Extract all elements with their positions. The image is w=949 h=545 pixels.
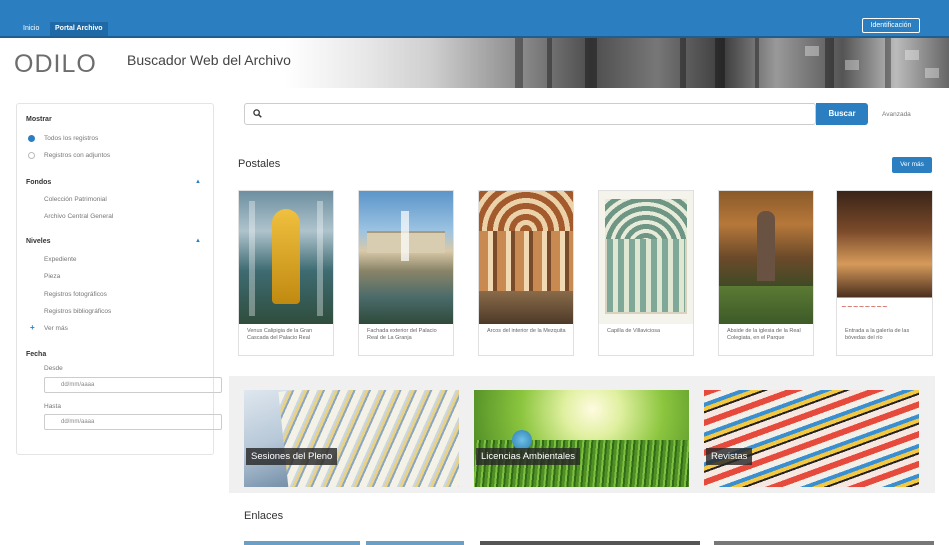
tile-revistas[interactable]: Revistas [704,390,919,487]
postcard-caption: Venus Calipigia de la Gran Cascada del P… [247,328,313,341]
postcard-caption: Fachada exterior del Palacio Real de La … [367,328,437,341]
postcard-image[interactable] [359,191,453,324]
nav-portal-archivo-link[interactable]: Portal Archivo [50,22,108,36]
postcard-image[interactable] [719,191,813,324]
tile-label: Licencias Ambientales [476,448,580,465]
search-button[interactable]: Buscar [816,103,868,125]
niveles-item[interactable]: Registros fotográficos [44,291,107,298]
fondos-heading: Fondos [26,179,52,186]
postcard[interactable]: Arcos del interior de la Mezquita [478,190,574,356]
postcard-caption: Arcos del interior de la Mezquita [487,328,566,334]
postcard-image[interactable]: ~~~~~~~~ [837,191,932,324]
radio-all-records[interactable] [28,135,35,142]
tile-licencias-ambientales[interactable]: Licencias Ambientales [474,390,689,487]
enlaces-heading: Enlaces [244,510,284,522]
postcard[interactable]: Capilla de Villaviciosa [598,190,694,356]
date-to-label: Hasta [44,403,61,410]
link-thumbnail[interactable] [366,541,464,545]
tile-sesiones-del-pleno[interactable]: Sesiones del Pleno [244,390,459,487]
filter-sidebar: Mostrar Todos los registros Registros co… [16,103,222,455]
postales-heading: Postales [238,158,281,170]
plus-icon[interactable]: + [30,323,35,332]
header-banner-image [285,38,949,88]
postcard-image[interactable] [239,191,333,324]
postcard-handwritten-text: ~~~~~~~~ [841,303,888,311]
link-thumbnail[interactable] [480,541,700,545]
postcard[interactable]: Venus Calipigia de la Gran Cascada del P… [238,190,334,356]
fecha-heading: Fecha [26,351,47,358]
niveles-heading: Niveles [26,238,51,245]
niveles-item[interactable]: Registros bibliográficos [44,308,111,315]
date-from-input[interactable]: dd/mm/aaaa [44,377,222,393]
fondos-item[interactable]: Colección Patrimonial [44,196,107,203]
page-title: Buscador Web del Archivo [127,52,291,68]
advanced-search-link[interactable]: Avanzada [882,111,911,118]
niveles-more-link[interactable]: Ver más [44,325,68,332]
nav-home-link[interactable]: Inicio [18,22,44,36]
postcard-image[interactable] [479,191,573,324]
date-from-label: Desde [44,365,63,372]
postcard-caption: Entrada a la galería de las bóvedas del … [845,328,910,341]
postcard-caption: Capilla de Villaviciosa [607,328,661,334]
niveles-item[interactable]: Pieza [44,273,60,280]
postcard[interactable]: Fachada exterior del Palacio Real de La … [358,190,454,356]
option-all-records[interactable]: Todos los registros [44,135,98,142]
postcard-image[interactable] [599,191,693,324]
search-input[interactable] [244,103,816,125]
postcard[interactable]: Ábside de la iglesia de la Real Colegiat… [718,190,814,356]
postales-more-button[interactable]: Ver más [892,157,932,173]
tile-label: Sesiones del Pleno [246,448,338,465]
radio-records-with-attachments[interactable] [28,152,35,159]
top-navbar: Inicio Portal Archivo Identificación [0,0,949,38]
odilo-logo[interactable]: ODILO [14,50,97,79]
chevron-up-icon[interactable]: ▲ [195,238,201,244]
fondos-item[interactable]: Archivo Central General [44,213,113,220]
tile-label: Revistas [706,448,753,465]
site-header: ODILO Buscador Web del Archivo [0,38,949,88]
postcard-caption: Ábside de la iglesia de la Real Colegiat… [727,328,801,341]
chevron-up-icon[interactable]: ▲ [195,179,201,185]
date-to-input[interactable]: dd/mm/aaaa [44,414,222,430]
mostrar-heading: Mostrar [26,116,52,123]
option-records-with-attachments[interactable]: Registros con adjuntos [44,152,110,159]
link-thumbnail[interactable] [244,541,360,545]
login-button[interactable]: Identificación [862,18,920,33]
postcard[interactable]: ~~~~~~~~ Entrada a la galería de las bóv… [836,190,933,356]
niveles-item[interactable]: Expediente [44,256,77,263]
link-thumbnail[interactable] [714,541,934,545]
search-icon [253,109,262,118]
